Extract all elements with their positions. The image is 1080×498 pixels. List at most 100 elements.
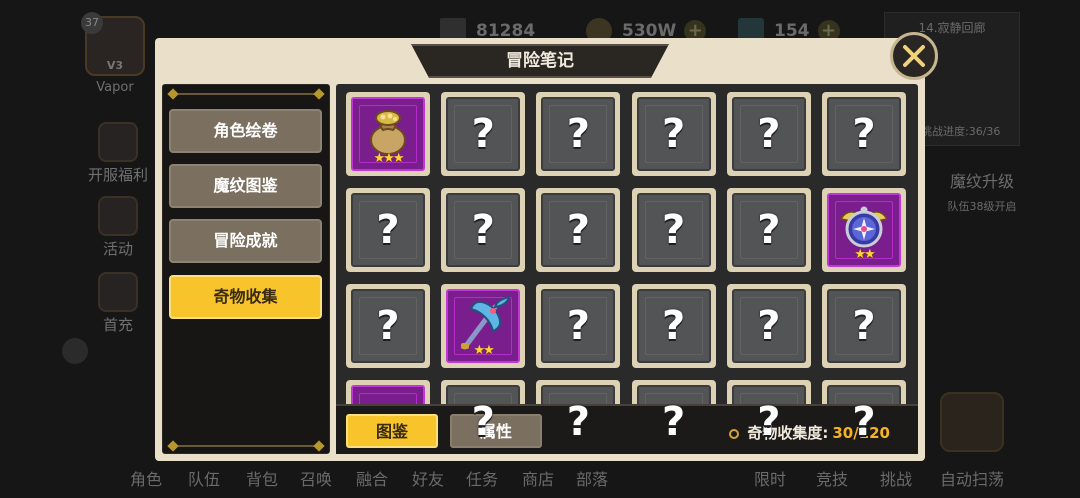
question-mark-icon: ? (376, 207, 400, 253)
minimap-progress: 挑战进度:36/36 (921, 125, 1001, 138)
launch-benefits-button[interactable]: 开服福利 (82, 122, 154, 185)
curio-grid: ★★★?????????? ★★? ★★????????? (336, 84, 918, 454)
question-mark-icon: ? (757, 399, 781, 445)
vip-rank: V3 (106, 59, 124, 72)
curio-slot-unknown[interactable]: ? (441, 92, 526, 176)
curio-slot-frame: ? (636, 193, 711, 267)
curio-slot-frame: ? (731, 289, 806, 363)
curio-slot-unknown[interactable]: ? (726, 188, 811, 272)
curio-slot-unknown[interactable]: ? (536, 92, 621, 176)
curio-slot-unknown[interactable]: ? (631, 284, 716, 368)
question-mark-icon: ? (376, 303, 400, 349)
rune-upgrade-title: 魔纹升级 (949, 172, 1014, 191)
nav-summon[interactable]: 召唤 (300, 466, 332, 490)
curio-slot-frame: ? (541, 193, 616, 267)
question-mark-icon: ? (471, 399, 495, 445)
question-mark-icon: ? (471, 111, 495, 157)
question-mark-icon: ? (566, 111, 590, 157)
curio-slot-frame: ★★ (827, 193, 901, 267)
close-icon (903, 45, 925, 67)
sidebar-item-curio-collection[interactable]: 奇物收集 (169, 275, 322, 319)
sidebar-item-adventure-achievements[interactable]: 冒险成就 (169, 219, 322, 263)
nav-challenge[interactable]: 挑战 (880, 466, 912, 490)
question-mark-icon: ? (661, 303, 686, 349)
sidebar-top-ornament (173, 93, 319, 95)
star-rating: ★★ (473, 343, 495, 358)
curio-slot-frame: ? (541, 97, 616, 171)
curio-slot-frame: ? (731, 193, 806, 267)
curio-slot-frame: ? (446, 193, 521, 267)
nav-tribe[interactable]: 部落 (576, 466, 608, 490)
curio-slot-unknown[interactable]: ? (631, 188, 716, 272)
nav-limited[interactable]: 限时 (754, 466, 786, 490)
curio-slot-unknown[interactable]: ? (441, 188, 526, 272)
nav-friends[interactable]: 好友 (412, 466, 444, 490)
events-label: 活动 (102, 240, 133, 258)
curio-slot-frame: ? (351, 193, 425, 267)
nav-bag[interactable]: 背包 (246, 466, 278, 490)
question-mark-icon: ? (661, 111, 686, 157)
curio-slot-collected[interactable]: ★★★ (346, 92, 430, 176)
curio-slot-unknown[interactable]: ? (346, 284, 430, 368)
curio-slot-frame: ? (636, 97, 711, 171)
star-rating: ★★★ (373, 151, 405, 166)
curio-slot-unknown[interactable]: ? (726, 92, 811, 176)
curio-slot-collected[interactable]: ★★ (441, 284, 526, 368)
curio-slot-frame: ? (731, 97, 806, 171)
nav-team[interactable]: 队伍 (188, 466, 220, 490)
curio-slot-unknown[interactable]: ? (346, 188, 430, 272)
present-icon (98, 272, 138, 312)
question-mark-icon: ? (757, 111, 781, 157)
question-mark-icon: ? (661, 207, 686, 253)
curio-slot-frame: ? (636, 289, 711, 363)
tab-catalog[interactable]: 图鉴 (346, 414, 438, 448)
chat-icon[interactable] (62, 338, 88, 364)
question-mark-icon: ? (566, 399, 590, 445)
question-mark-icon: ? (566, 303, 590, 349)
gift-icon (98, 122, 138, 162)
question-mark-icon: ? (852, 303, 876, 349)
game-screen: 37 V3 Vapor 81284 530W + 154 + 14.寂静回廊 挑战进… (0, 0, 1080, 498)
events-button[interactable]: 活动 (82, 196, 154, 259)
auto-sweep-icon[interactable] (940, 392, 1004, 452)
curio-slot-collected[interactable]: ★★ (822, 188, 906, 272)
curio-slot-unknown[interactable]: ? (536, 188, 621, 272)
modal-title: 冒险笔记 (411, 44, 669, 78)
curio-slot-frame: ★★ (446, 289, 521, 363)
question-mark-icon: ? (757, 207, 781, 253)
nav-fusion[interactable]: 融合 (356, 466, 388, 490)
nav-arena[interactable]: 竞技 (816, 466, 848, 490)
curio-slot-frame: ? (446, 97, 521, 171)
tab-attributes[interactable]: 属性 (450, 414, 542, 448)
curio-slot-frame: ? (351, 289, 425, 363)
curio-slot-unknown[interactable]: ? (822, 92, 906, 176)
nav-characters[interactable]: 角色 (130, 466, 162, 490)
close-button[interactable] (890, 32, 938, 80)
rune-upgrade-panel[interactable]: 魔纹升级 队伍38级开启 (932, 168, 1032, 214)
nav-auto-sweep[interactable]: 自动扫荡 (940, 466, 1004, 490)
sidebar-item-character-scroll[interactable]: 角色绘卷 (169, 109, 322, 153)
curio-slot-unknown[interactable]: ? (822, 284, 906, 368)
curio-slot-unknown[interactable]: ? (631, 92, 716, 176)
question-mark-icon: ? (661, 399, 686, 445)
nav-shop[interactable]: 商店 (522, 466, 554, 490)
avatar[interactable]: 37 V3 (81, 12, 145, 76)
first-recharge-button[interactable]: 首充 (82, 272, 154, 335)
sidebar-item-rune-codex[interactable]: 魔纹图鉴 (169, 164, 322, 208)
curio-slot-frame: ★★★ (351, 97, 425, 171)
grid-footer: 图鉴 属性 奇物收集度: 30/120 (336, 404, 918, 454)
rune-upgrade-hint: 队伍38级开启 (947, 200, 1017, 213)
player-level: 37 (81, 12, 103, 34)
curio-slot-unknown[interactable]: ? (726, 284, 811, 368)
ring-icon (729, 428, 740, 439)
player-profile[interactable]: 37 V3 Vapor (80, 12, 150, 95)
question-mark-icon: ? (471, 207, 495, 253)
question-mark-icon: ? (852, 399, 876, 445)
nav-quests[interactable]: 任务 (466, 466, 498, 490)
launch-benefits-label: 开服福利 (87, 166, 148, 184)
question-mark-icon: ? (566, 207, 590, 253)
question-mark-icon: ? (852, 111, 876, 157)
player-name: Vapor (96, 80, 134, 95)
curio-slot-unknown[interactable]: ? (536, 284, 621, 368)
sidebar-bottom-ornament (173, 445, 319, 447)
